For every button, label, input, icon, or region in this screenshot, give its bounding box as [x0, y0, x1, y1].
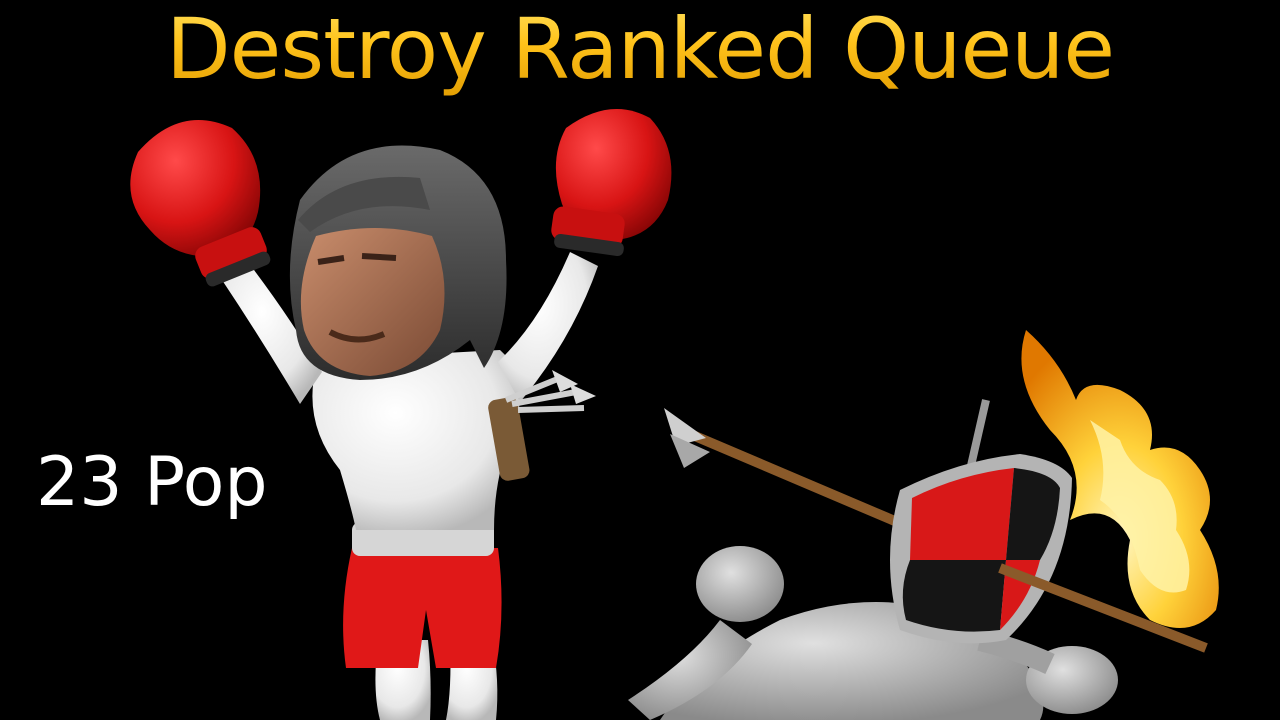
- thumbnail: Destroy Ranked Queue 23 Pop: [0, 0, 1280, 720]
- arrow-icon: [664, 408, 932, 541]
- left-glove-icon: [130, 120, 271, 287]
- boxer-figure-icon: [130, 109, 672, 720]
- heraldic-shield-icon: [890, 399, 1072, 644]
- warrior-head-icon: [289, 145, 507, 380]
- thumbnail-title: Destroy Ranked Queue: [0, 0, 1280, 104]
- right-glove-icon: [551, 109, 672, 257]
- pop-count-label: 23 Pop: [36, 443, 268, 522]
- artwork: [130, 109, 1219, 720]
